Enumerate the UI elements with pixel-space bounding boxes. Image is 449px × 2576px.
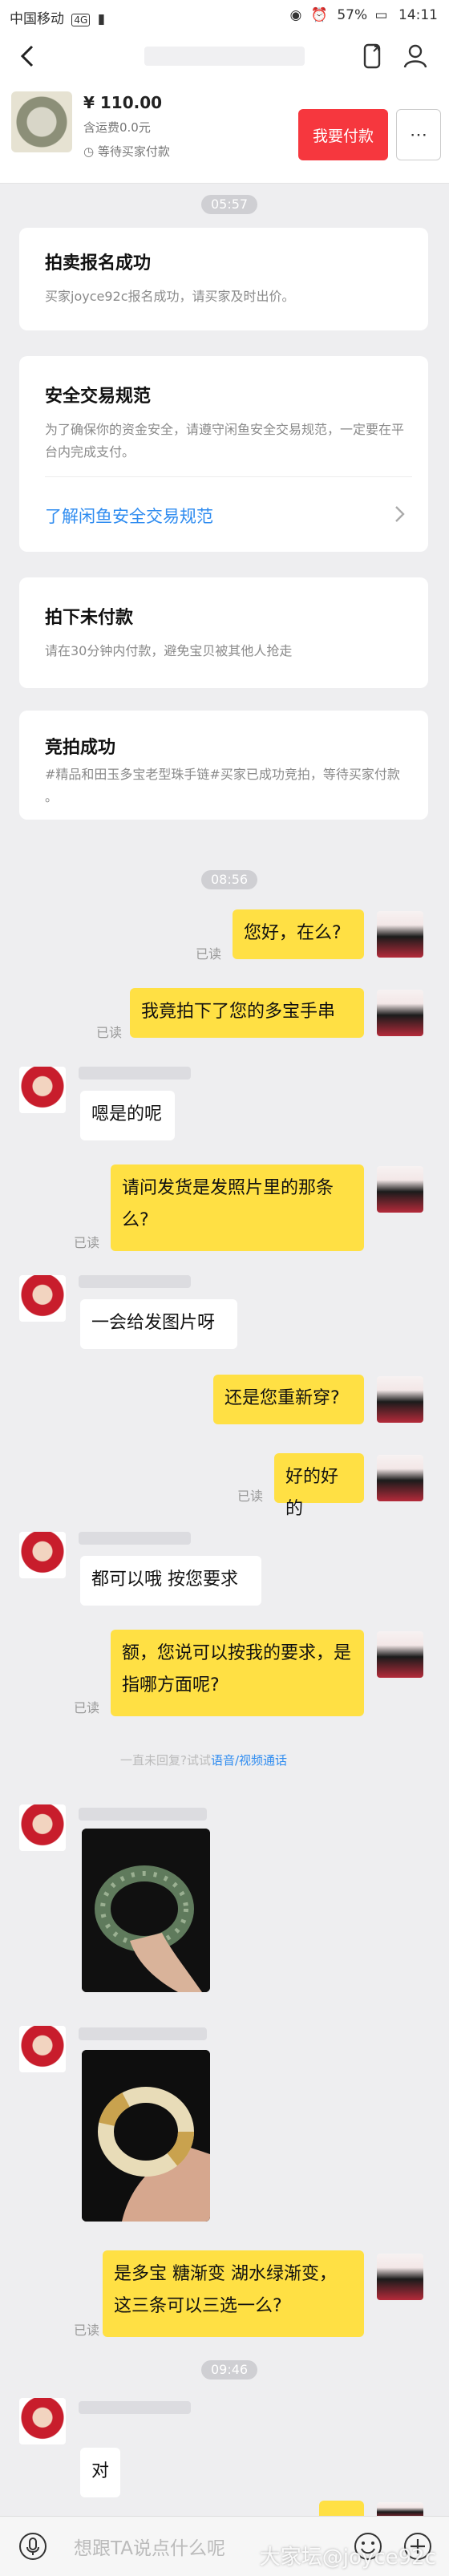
more-options-button[interactable]: ⋯ bbox=[396, 109, 441, 160]
product-thumbnail[interactable] bbox=[11, 91, 72, 152]
partner-avatar[interactable] bbox=[19, 1067, 66, 1113]
signal-icon: ▮ bbox=[97, 11, 106, 27]
battery-icon: ▭ bbox=[374, 7, 388, 23]
clock-icon: ◷ bbox=[83, 144, 98, 159]
back-arrow-icon[interactable] bbox=[16, 43, 42, 69]
chevron-right-icon[interactable] bbox=[391, 504, 407, 525]
redacted-partner-name bbox=[79, 1275, 191, 1288]
card-description: 买家joyce92c报名成功，请买家及时出价。 bbox=[45, 289, 295, 304]
person-icon[interactable] bbox=[401, 42, 430, 71]
my-avatar[interactable] bbox=[377, 1631, 423, 1678]
order-status: ◷ 等待买家付款 bbox=[83, 143, 170, 160]
my-avatar[interactable] bbox=[377, 1376, 423, 1423]
message-bubble[interactable]: 额，您说可以按我的要求，是指哪方面呢? bbox=[111, 1630, 364, 1716]
message-bubble[interactable]: 请问发货是发照片里的那条么? bbox=[111, 1164, 364, 1251]
card-description: 请在30分钟内付款，避免宝贝被其他人抢走 bbox=[45, 643, 293, 658]
card-title: 竞拍成功 bbox=[45, 738, 116, 758]
timestamp: 08:56 bbox=[201, 870, 258, 889]
my-avatar[interactable] bbox=[377, 1166, 423, 1213]
product-postage: 含运费0.0元 bbox=[83, 120, 151, 135]
read-receipt: 已读 bbox=[237, 1488, 264, 1504]
redacted-partner-name bbox=[79, 1808, 207, 1821]
message-bubble[interactable]: 嗯是的呢 bbox=[80, 1091, 175, 1140]
redacted-partner-name bbox=[79, 2401, 191, 2414]
pay-button[interactable]: 我要付款 bbox=[298, 109, 388, 160]
message-bubble[interactable]: 是多宝 糖渐变 湖水绿渐变，这三条可以三选一么? bbox=[103, 2250, 364, 2337]
redacted-partner-name bbox=[79, 1532, 191, 1545]
notice-card-auction-won: 竞拍成功 #精品和田玉多宝老型珠手链#买家已成功竞拍，等待买家付款 。 bbox=[19, 711, 428, 820]
card-description: 为了确保你的资金安全，请遵守闲鱼安全交易规范，一定要在平台内完成支付。 bbox=[45, 422, 405, 460]
message-bubble[interactable]: 一会给发图片呀 bbox=[80, 1299, 237, 1349]
read-receipt: 已读 bbox=[74, 1700, 100, 1715]
card-description: #精品和田玉多宝老型珠手链#买家已成功竞拍，等待买家付款 。 bbox=[45, 767, 400, 804]
voice-video-call-link[interactable]: 语音/视频通话 bbox=[211, 1753, 287, 1768]
order-status-text: 等待买家付款 bbox=[97, 144, 170, 159]
message-bubble[interactable]: 您好，在么? bbox=[233, 909, 364, 959]
timestamp: 09:46 bbox=[201, 2360, 258, 2380]
product-price: ¥ 110.00 bbox=[83, 93, 163, 112]
message-bubble[interactable]: 我竟拍下了您的多宝手串 bbox=[130, 988, 364, 1038]
card-title: 拍卖报名成功 bbox=[45, 253, 152, 273]
clock-label: 14:11 bbox=[398, 7, 438, 23]
bracelet-photo-gradient[interactable] bbox=[82, 2050, 210, 2222]
notice-card-safe-trade: 安全交易规范 为了确保你的资金安全，请遵守闲鱼安全交易规范，一定要在平台内完成支… bbox=[19, 356, 428, 552]
card-divider bbox=[45, 476, 412, 477]
voice-input-icon[interactable] bbox=[18, 2531, 48, 2562]
partner-avatar[interactable] bbox=[19, 2398, 66, 2444]
partner-avatar[interactable] bbox=[19, 2026, 66, 2072]
chat-header bbox=[0, 32, 449, 80]
product-panel: ¥ 110.00 含运费0.0元 ◷ 等待买家付款 我要付款 ⋯ bbox=[0, 80, 449, 184]
redacted-partner-name bbox=[79, 1067, 191, 1079]
read-receipt: 已读 bbox=[74, 2323, 100, 2338]
my-avatar[interactable] bbox=[377, 1455, 423, 1501]
redacted-name bbox=[144, 47, 305, 66]
partner-avatar[interactable] bbox=[19, 1804, 66, 1851]
card-title: 拍下未付款 bbox=[45, 608, 134, 628]
read-receipt: 已读 bbox=[74, 1235, 100, 1250]
eye-icon: ◉ bbox=[289, 7, 302, 23]
my-avatar[interactable] bbox=[377, 990, 423, 1036]
partner-avatar[interactable] bbox=[19, 1275, 66, 1322]
redacted-partner-name bbox=[79, 2027, 207, 2040]
message-bubble[interactable]: 对 bbox=[80, 2448, 120, 2497]
watermark: 大家坛@joyce92c bbox=[259, 2546, 436, 2570]
carrier-label: 中国移动 bbox=[10, 11, 64, 27]
read-receipt: 已读 bbox=[196, 946, 222, 962]
phone-icon[interactable] bbox=[358, 42, 386, 71]
network-label: 4G bbox=[71, 14, 91, 26]
card-title: 安全交易规范 bbox=[45, 387, 152, 407]
my-avatar[interactable] bbox=[377, 2254, 423, 2300]
message-bubble[interactable]: 好的好的 bbox=[274, 1453, 364, 1519]
battery-label: 57% bbox=[337, 7, 368, 23]
message-bubble[interactable]: 都可以哦 按您要求 bbox=[80, 1556, 261, 1606]
call-suggestion: 一直未回复?试试语音/视频通话 bbox=[120, 1752, 287, 1768]
notice-card-auction-signup: 拍卖报名成功 买家joyce92c报名成功，请买家及时出价。 bbox=[19, 228, 428, 330]
timestamp: 05:57 bbox=[201, 195, 258, 214]
read-receipt: 已读 bbox=[96, 1025, 123, 1040]
safe-trade-link[interactable]: 了解闲鱼安全交易规范 bbox=[45, 504, 213, 528]
my-avatar[interactable] bbox=[377, 911, 423, 958]
message-input[interactable]: 想跟TA说点什么呢 bbox=[74, 2533, 225, 2560]
message-bubble[interactable]: 还是您重新穿? bbox=[213, 1375, 364, 1424]
status-bar: 中国移动 4G ▮ ◉ ⏰ 57% ▭ 14:11 bbox=[0, 0, 449, 32]
notice-card-unpaid: 拍下未付款 请在30分钟内付款，避免宝贝被其他人抢走 bbox=[19, 577, 428, 688]
alarm-icon: ⏰ bbox=[310, 7, 328, 23]
call-suggestion-text: 一直未回复?试试 bbox=[120, 1753, 211, 1768]
bracelet-photo-green[interactable] bbox=[82, 1829, 210, 1992]
partner-avatar[interactable] bbox=[19, 1532, 66, 1578]
